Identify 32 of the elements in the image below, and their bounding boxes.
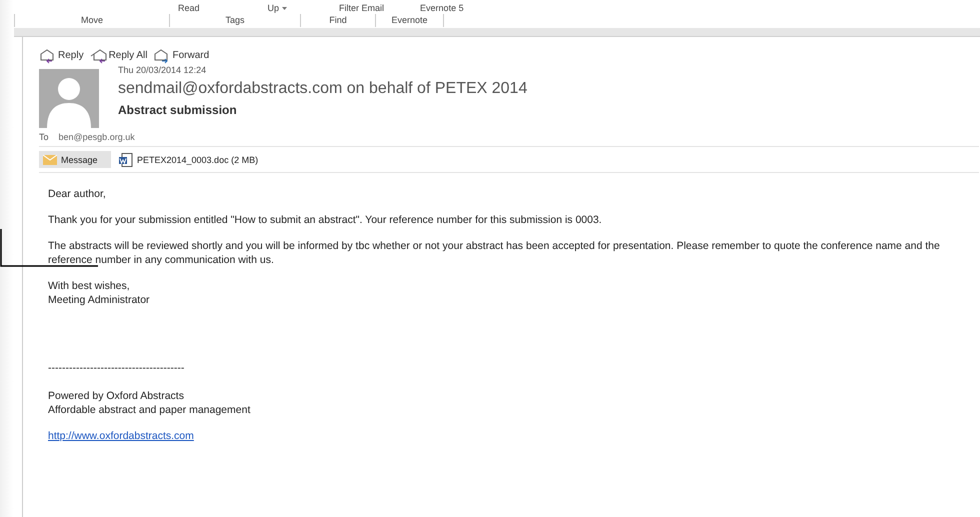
ribbon-button[interactable]: Read (178, 4, 200, 13)
action-button[interactable]: Forward (153, 47, 212, 64)
body-paragraph: Powered by Oxford Abstracts Affordable abstract and paper management (48, 389, 252, 417)
envelope-icon (153, 48, 170, 64)
body-paragraph: --------------------------------------- (48, 361, 186, 375)
document-icon (119, 152, 133, 166)
avatar-silhouette-icon (39, 69, 99, 128)
ribbon-button[interactable]: Evernote 5 (420, 4, 464, 13)
caret-icon (282, 7, 288, 10)
action-button[interactable]: Reply All (90, 47, 150, 64)
sender-name: sendmail@oxfordabstracts.com on behalf of PETEX 2014 (118, 80, 528, 98)
attachment-tab[interactable]: Message (39, 151, 111, 168)
body-paragraph: Thank you for your submission entitled "How to submit an abstract". Your reference number for this submission is 0003. (48, 213, 603, 227)
body-paragraph: With best wishes, Meeting Administrator (48, 279, 151, 307)
date-text: Thu 20/03/2014 12:24 (118, 65, 208, 75)
envelope-icon (39, 48, 56, 64)
website-link[interactable]: http://www.oxfordabstracts.com (48, 430, 194, 442)
envelope-icon (43, 154, 57, 164)
group-label: Find (301, 14, 376, 27)
group-label: Move (14, 14, 170, 27)
group-label: Evernote (376, 14, 444, 27)
ribbon-button[interactable]: Up (268, 4, 288, 13)
attachment-tab[interactable]: PETEX2014_0003.doc (2 MB) (115, 151, 262, 168)
ribbon-button[interactable]: Filter Email (339, 4, 384, 13)
envelope-icon (90, 48, 107, 64)
action-button[interactable]: Reply (39, 47, 86, 64)
recipient-address: ben@pesgb.org.uk (58, 132, 135, 142)
group-label: Tags (170, 14, 301, 27)
to-label: To (39, 132, 49, 142)
subject-text: Abstract submission (118, 103, 238, 117)
body-paragraph: Dear author, (48, 187, 107, 201)
body-paragraph: The abstracts will be reviewed shortly and you will be informed by tbc whether or not your abstract has been accepted for presentation. Please remember to quote the conference name and the reference number in any communication with us. (48, 239, 941, 267)
